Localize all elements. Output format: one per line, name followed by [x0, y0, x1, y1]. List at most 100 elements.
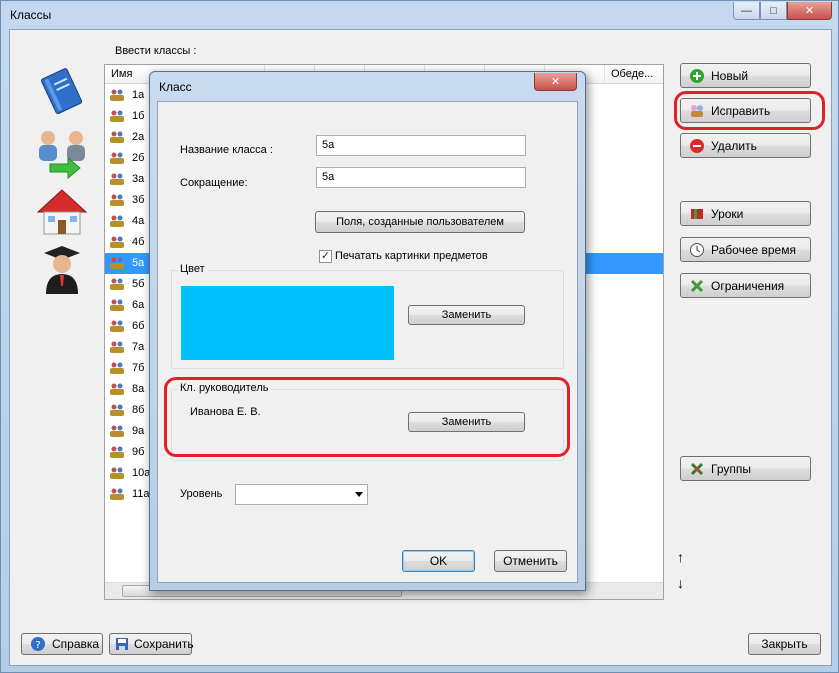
class-name-cell: 8а — [132, 383, 145, 395]
color-replace-button[interactable]: Заменить — [408, 305, 525, 325]
groups-button[interactable]: Группы — [680, 456, 811, 481]
class-users-icon — [110, 299, 124, 311]
minimize-button[interactable]: — — [733, 2, 760, 20]
title-bar[interactable]: Классы — □ ✕ — [1, 1, 838, 29]
dialog-title: Класс — [159, 80, 192, 94]
class-name-cell: 7а — [132, 341, 145, 353]
ok-label: OK — [429, 554, 448, 568]
class-name-cell: 8б — [132, 404, 145, 416]
save-label: Сохранить — [134, 637, 194, 651]
help-icon: ? — [31, 637, 45, 651]
classes-window: Классы — □ ✕ Ввести классы : Имя Обеде..… — [0, 0, 839, 673]
chevron-down-icon — [355, 492, 363, 497]
color-replace-label: Заменить — [441, 309, 492, 321]
class-name-cell: 6б — [132, 320, 145, 332]
class-users-icon — [110, 257, 124, 269]
class-name-cell: 1б — [132, 110, 145, 122]
add-icon — [690, 68, 704, 83]
print-pictures-checkbox[interactable]: ✓ — [319, 250, 332, 263]
move-down-icon[interactable]: ↓ — [677, 575, 684, 591]
close-label: Закрыть — [761, 637, 808, 651]
class-name-input[interactable]: 5а — [316, 135, 526, 156]
save-button[interactable]: Сохранить — [109, 633, 194, 655]
new-label: Новый — [711, 68, 749, 83]
class-users-icon — [110, 131, 124, 143]
class-users-icon — [110, 362, 124, 374]
work-time-button[interactable]: Рабочее время — [680, 237, 811, 262]
teacher-name: Иванова Е. В. — [190, 406, 261, 418]
lessons-icon — [691, 208, 703, 219]
help-button[interactable]: ? Справка — [21, 633, 103, 655]
dialog-close-button[interactable]: ✕ — [534, 73, 577, 91]
class-users-icon — [110, 383, 124, 395]
class-users-icon — [110, 194, 124, 206]
cancel-button[interactable]: Отменить — [494, 550, 567, 572]
work-time-label: Рабочее время — [711, 242, 796, 257]
class-users-icon — [110, 404, 124, 416]
class-name-cell: 1а — [132, 89, 145, 101]
class-users-icon — [110, 152, 124, 164]
teacher-replace-button[interactable]: Заменить — [408, 412, 525, 432]
constraints-label: Ограничения — [711, 278, 785, 293]
new-button[interactable]: Новый — [680, 63, 811, 88]
level-label: Уровень — [180, 488, 223, 500]
class-users-icon — [110, 278, 124, 290]
school-house-icon[interactable] — [34, 184, 90, 240]
class-name-cell: 3б — [132, 194, 145, 206]
class-name-cell: 4а — [132, 215, 145, 227]
class-name-cell: 9б — [132, 446, 145, 458]
edit-button[interactable]: Исправить — [680, 98, 811, 123]
classes-label: Ввести классы : — [115, 45, 197, 57]
class-users-icon — [110, 215, 124, 227]
abbreviation-input[interactable]: 5а — [316, 167, 526, 188]
teacher-graduate-icon[interactable] — [34, 242, 90, 298]
class-users-icon — [110, 89, 124, 101]
transfer-users-icon[interactable] — [34, 124, 90, 180]
class-name-cell: 2а — [132, 131, 145, 143]
edit-users-icon — [691, 104, 703, 117]
close-window-button[interactable]: ✕ — [787, 2, 832, 20]
class-name-cell: 11а — [132, 488, 150, 500]
class-name-cell: 5а — [132, 257, 145, 269]
teacher-replace-label: Заменить — [441, 416, 492, 428]
class-users-icon — [110, 446, 124, 458]
delete-button[interactable]: Удалить — [680, 133, 811, 158]
remove-icon — [690, 138, 704, 153]
class-name-cell: 5б — [132, 278, 145, 290]
class-dialog: Класс ✕ Название класса : 5а Сокращение:… — [149, 71, 586, 591]
class-users-icon — [110, 488, 124, 500]
class-users-icon — [110, 110, 124, 122]
constraints-button[interactable]: Ограничения — [680, 273, 811, 298]
dialog-client: Название класса : 5а Сокращение: 5а Поля… — [157, 101, 578, 583]
save-icon — [116, 638, 128, 650]
class-name-cell: 2б — [132, 152, 145, 164]
lessons-button[interactable]: Уроки — [680, 201, 811, 226]
level-select[interactable] — [235, 484, 368, 505]
class-name-cell: 9а — [132, 425, 145, 437]
class-users-icon — [110, 341, 124, 353]
delete-label: Удалить — [711, 138, 757, 153]
class-name-label: Название класса : — [180, 144, 273, 156]
help-label: Справка — [52, 637, 100, 651]
class-name-cell: 3а — [132, 173, 145, 185]
class-name-cell: 7б — [132, 362, 145, 374]
color-swatch — [181, 286, 394, 360]
class-users-icon — [110, 173, 124, 185]
clock-icon — [690, 242, 704, 257]
groups-label: Группы — [711, 461, 751, 476]
cancel-label: Отменить — [503, 554, 558, 568]
column-lunch[interactable]: Обеде... — [605, 65, 663, 84]
class-name-cell: 6а — [132, 299, 145, 311]
class-users-icon — [110, 236, 124, 248]
user-fields-button[interactable]: Поля, созданные пользователем — [315, 211, 525, 233]
user-fields-label: Поля, созданные пользователем — [336, 216, 504, 228]
class-users-icon — [110, 425, 124, 437]
move-up-icon[interactable]: ↑ — [677, 549, 684, 565]
maximize-button[interactable]: □ — [760, 2, 787, 20]
ok-button[interactable]: OK — [402, 550, 475, 572]
homeroom-teacher-title: Кл. руководитель — [178, 382, 271, 394]
class-users-icon — [110, 467, 124, 479]
close-button[interactable]: Закрыть — [748, 633, 821, 655]
book-icon[interactable] — [34, 64, 90, 120]
window-controls: — □ ✕ — [733, 2, 832, 20]
